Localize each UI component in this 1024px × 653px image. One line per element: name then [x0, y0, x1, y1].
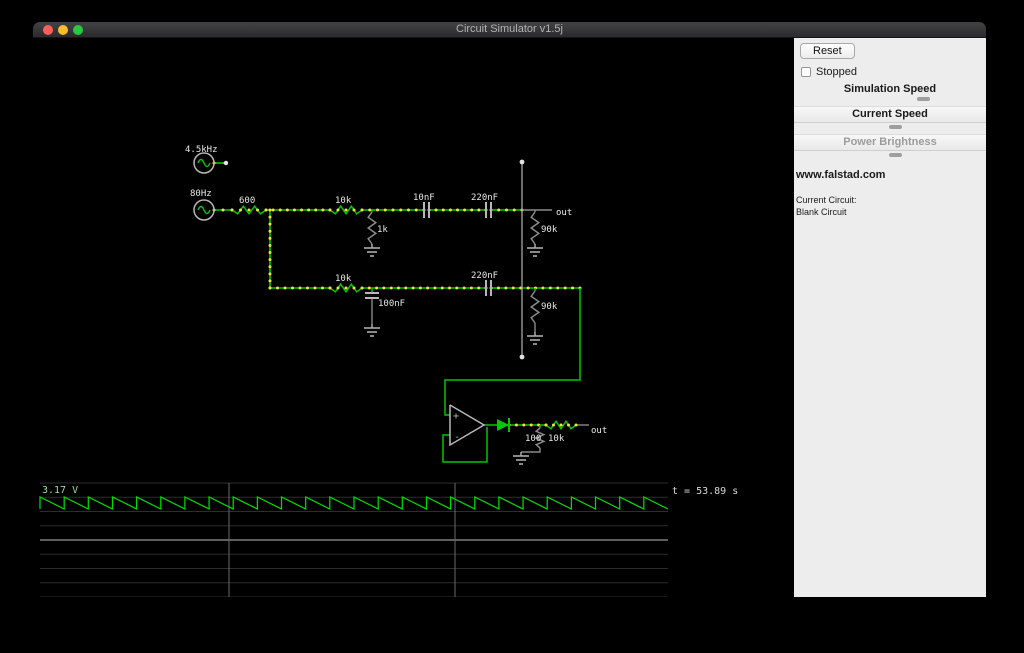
reset-button[interactable]: Reset	[800, 43, 855, 59]
resistor-600[interactable]	[231, 206, 268, 214]
diode[interactable]	[497, 418, 509, 432]
op-amp[interactable]: +-	[450, 405, 484, 445]
component-label: out	[556, 208, 572, 218]
current-speed-slider[interactable]	[800, 124, 980, 131]
component-label: 10k	[335, 196, 352, 206]
component-label: 10k	[335, 274, 352, 284]
current-circuit-label: Current Circuit:	[796, 195, 986, 205]
capacitor-220nf-mid[interactable]	[486, 280, 491, 296]
op-amp-minus-input: -	[454, 432, 460, 443]
component-labels: 4.5kHz 80Hz 600 10k 1k 10nF 220nF out 90k 10k 220n…	[185, 145, 607, 444]
ground-output[interactable]	[513, 452, 529, 464]
component-label: 220nF	[471, 193, 498, 203]
component-label: 80Hz	[190, 189, 212, 199]
stopped-label: Stopped	[816, 66, 857, 78]
window-title: Circuit Simulator v1.5j	[33, 22, 986, 37]
power-brightness-slider[interactable]	[800, 152, 980, 159]
scope-trace	[40, 497, 668, 509]
window-content: +-4.5kHz80Hz60010k1k10nF220nFout90k10k22…	[33, 38, 986, 597]
resistor-10k-top[interactable]	[329, 206, 364, 214]
stopped-checkbox[interactable]	[801, 67, 811, 77]
ac-source-80hz[interactable]	[194, 200, 214, 220]
app-window: Circuit Simulator v1.5j +-4.5kHz80Hz6001…	[33, 22, 986, 597]
component-label: 90k	[541, 225, 558, 235]
component-label: 10nF	[413, 193, 435, 203]
component-label: 220nF	[471, 271, 498, 281]
resistor-10k-mid[interactable]	[329, 284, 364, 292]
op-amp-plus-input: +	[453, 411, 459, 422]
simulation-speed-slider[interactable]	[800, 96, 980, 103]
capacitor-10nf[interactable]	[424, 202, 429, 218]
component-label: out	[591, 426, 607, 436]
minimize-window-button[interactable]	[58, 25, 68, 35]
current-circuit-name: Blank Circuit	[796, 207, 986, 217]
power-brightness-thumb[interactable]	[889, 153, 902, 157]
zoom-window-button[interactable]	[73, 25, 83, 35]
component-label: 600	[239, 196, 255, 206]
capacitor-220nf-top[interactable]	[486, 202, 491, 218]
component-label: 90k	[541, 302, 558, 312]
component-label: 10k	[548, 434, 565, 444]
ac-source-4-5khz[interactable]	[194, 153, 214, 173]
falstad-website-link[interactable]: www.falstad.com	[796, 169, 986, 181]
window-titlebar[interactable]: Circuit Simulator v1.5j	[33, 22, 986, 38]
component-label: 100nF	[378, 299, 405, 309]
current-speed-thumb[interactable]	[889, 125, 902, 129]
simulation-speed-thumb[interactable]	[917, 97, 930, 101]
close-window-button[interactable]	[43, 25, 53, 35]
circuit-svg[interactable]: +-4.5kHz80Hz60010k1k10nF220nFout90k10k22…	[33, 38, 794, 597]
power-brightness-label: Power Brightness	[794, 134, 986, 151]
stopped-row: Stopped	[801, 66, 986, 78]
wire-network[interactable]	[213, 162, 590, 463]
scope-time-label: t = 53.89 s	[672, 486, 738, 497]
current-speed-label: Current Speed	[794, 106, 986, 123]
simulation-speed-label: Simulation Speed	[794, 83, 986, 95]
resistor-10k-out[interactable]	[545, 421, 578, 429]
component-label: 1k	[377, 225, 388, 235]
control-sidebar: Reset Stopped Simulation Speed Current S…	[794, 38, 986, 597]
resistor-90k-mid[interactable]	[527, 291, 543, 344]
desktop-background: Circuit Simulator v1.5j +-4.5kHz80Hz6001…	[0, 0, 1024, 653]
scope-voltage-label: 3.17 V	[42, 485, 78, 496]
oscilloscope[interactable]: 3.17 V t = 53.89 s	[40, 483, 738, 597]
component-label: 100	[525, 434, 541, 444]
component-label: 4.5kHz	[185, 145, 218, 155]
traffic-light-buttons	[43, 25, 83, 35]
circuit-canvas[interactable]: +-4.5kHz80Hz60010k1k10nF220nFout90k10k22…	[33, 38, 794, 597]
